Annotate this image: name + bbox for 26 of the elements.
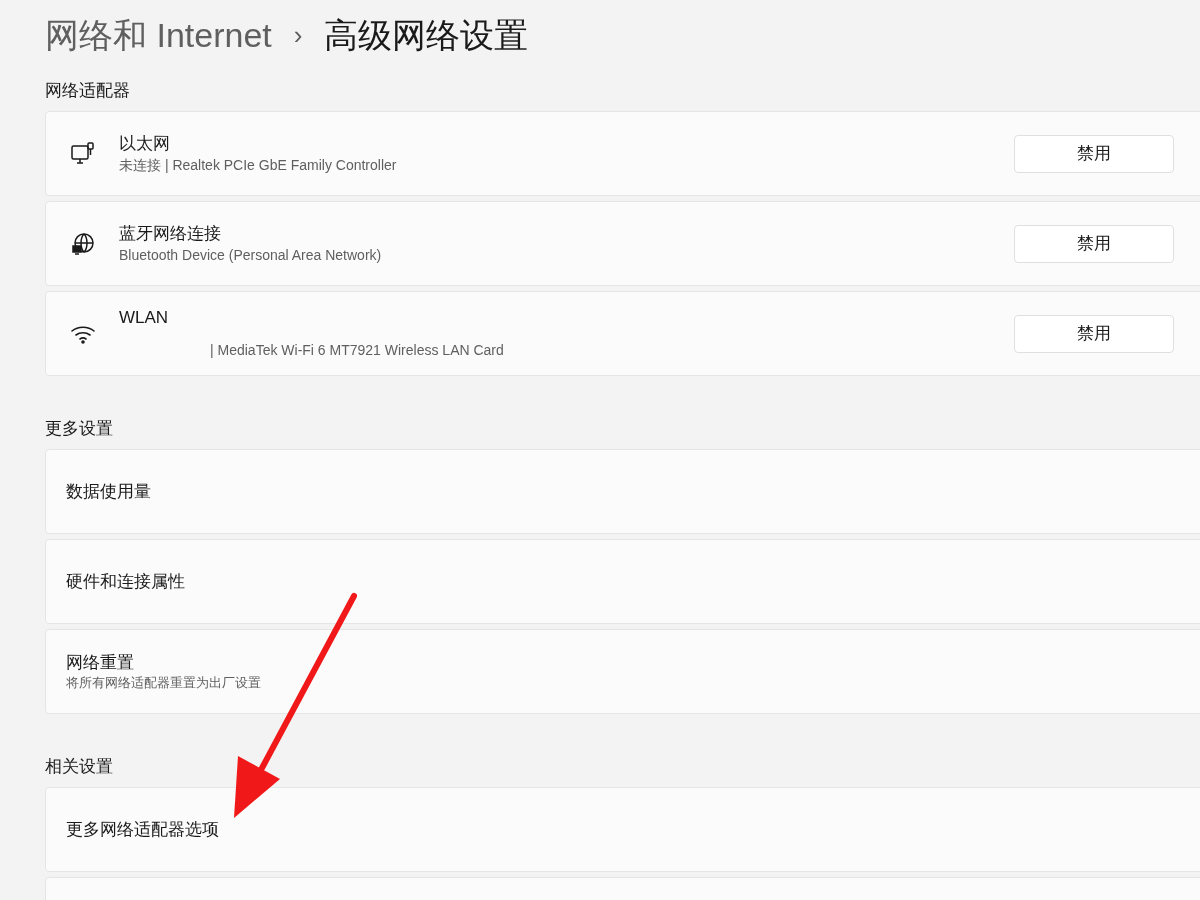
computer-icon [69, 140, 96, 167]
breadcrumb-separator: › [293, 18, 303, 52]
disable-button[interactable]: 禁用 [1014, 134, 1174, 173]
globe-icon [69, 230, 96, 257]
section-heading: 网络适配器 [45, 80, 131, 101]
section-heading: 更多设置 [45, 418, 114, 439]
row-title: 网络重置 [66, 651, 135, 674]
row-description: 将所有网络适配器重置为出厂设置 [66, 673, 261, 692]
adapter-name: 蓝牙网络连接 [119, 222, 222, 245]
page-title: 高级网络设置 [324, 14, 529, 56]
settings-row[interactable]: 数据使用量 [45, 449, 1200, 534]
breadcrumb-link[interactable]: 网络和 Internet [45, 9, 272, 61]
settings-row[interactable]: 更多网络适配器选项 [45, 787, 1200, 872]
adapter-name: 以太网 [119, 132, 171, 155]
disable-button[interactable]: 禁用 [1014, 314, 1174, 353]
adapter-description: 未连接 | Realtek PCIe GbE Family Controller [119, 155, 398, 175]
section-heading: 相关设置 [45, 756, 114, 777]
row-title: 硬件和连接属性 [66, 570, 185, 593]
adapter-name: WLAN [119, 307, 170, 329]
row-title: 更多网络适配器选项 [66, 818, 219, 841]
adapter-description: Bluetooth Device (Personal Area Network) [119, 245, 383, 265]
settings-row[interactable]: 网络重置 将所有网络适配器重置为出厂设置 [45, 629, 1200, 714]
row-title: 数据使用量 [66, 480, 151, 503]
disable-button[interactable]: 禁用 [1014, 224, 1174, 263]
settings-row[interactable]: 硬件和连接属性 [45, 539, 1200, 624]
adapter-description: | MediaTek Wi-Fi 6 MT7921 Wireless LAN Card [209, 341, 505, 360]
